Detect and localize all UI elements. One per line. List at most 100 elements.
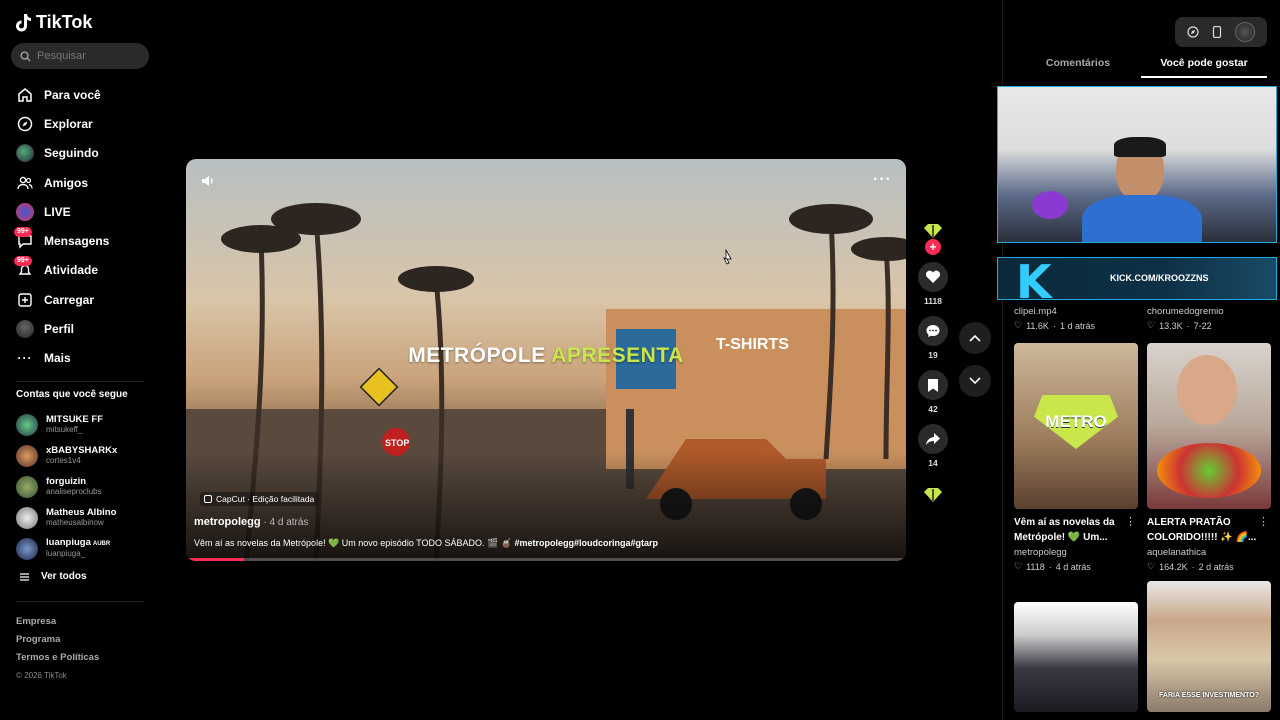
previous-video-button[interactable]	[959, 322, 991, 354]
creator-logo-icon	[924, 224, 942, 238]
cursor-icon	[723, 249, 732, 265]
account-name: Matheus Albino	[46, 506, 117, 518]
nav-friends[interactable]: Amigos	[16, 168, 156, 197]
following-account[interactable]: Matheus Albino matheusalbinow	[16, 502, 156, 533]
following-account[interactable]: MITSUKE FF mitsukeff_	[16, 410, 156, 441]
like-count: 1118	[924, 296, 942, 306]
tab-you-may-like[interactable]: Você pode gostar	[1141, 50, 1267, 78]
messages-icon: 99+	[14, 227, 34, 250]
volume-icon[interactable]	[200, 173, 216, 189]
nav-label: LIVE	[44, 204, 71, 219]
thumb-face	[1177, 355, 1237, 425]
thumb-caption: FARIA ESSE INVESTIMENTO?	[1159, 692, 1259, 699]
nav-following[interactable]: Seguindo	[16, 139, 156, 168]
save-button[interactable]	[918, 370, 948, 400]
following-account[interactable]: xBABYSHARKx cortes1v4	[16, 441, 156, 472]
stop-sign-text: STOP	[385, 438, 409, 448]
recommended-card[interactable]: chorumedogremio ♡ 13.3K · 7-22	[1147, 304, 1271, 331]
nav-label: Perfil	[44, 322, 75, 337]
nav-explore[interactable]: Explorar	[16, 109, 156, 138]
card-author: metropolegg	[1014, 547, 1067, 558]
share-button[interactable]	[918, 424, 948, 454]
recommended-card[interactable]: ALERTA PRATÃO COLORIDO!!!!! ✨ 🌈... ⋮ aqu…	[1147, 343, 1271, 572]
following-title: Contas que você segue	[16, 389, 128, 400]
account-name: luanpiuga AUBR	[46, 537, 111, 549]
compass-small-icon[interactable]	[1187, 26, 1199, 38]
bookmark-icon	[928, 378, 938, 392]
heart-outline-icon: ♡	[1014, 561, 1023, 571]
recommended-card[interactable]: METRO Vêm aí as novelas da Metrópole! 💚 …	[1014, 343, 1138, 572]
streamer-webcam-overlay	[997, 86, 1277, 243]
capcut-label: CapCut · Edição facilitada	[216, 494, 315, 504]
divider	[16, 601, 144, 602]
progress-bar[interactable]	[186, 558, 906, 561]
comment-button[interactable]	[918, 316, 948, 346]
account-handle: cortes1v4	[46, 456, 81, 466]
next-video-button[interactable]	[959, 365, 991, 397]
divider	[16, 381, 144, 382]
caption-hashtags[interactable]: #metropolegg#loudcoringa#gtarp	[514, 538, 658, 548]
video-player[interactable]: T-SHIRTS STOP ··· METRÓPOLE APRESENTA Ca	[186, 159, 906, 561]
right-panel: Comentários Você pode gostar clipei.mp4 …	[997, 0, 1280, 720]
recommended-card[interactable]	[1014, 602, 1138, 712]
card-meta: ♡ 1118 · 4 d atrás	[1014, 561, 1091, 572]
nav-label: Amigos	[44, 175, 89, 190]
nav-more[interactable]: ··· Mais	[16, 344, 156, 373]
nav-messages[interactable]: 99+ Mensagens	[14, 226, 156, 255]
nav-label: Para você	[44, 87, 101, 102]
following-avatar-icon	[16, 144, 34, 163]
following-account[interactable]: forguizin analiseproclubs	[16, 472, 156, 503]
nav-for-you[interactable]: Para você	[16, 80, 156, 109]
see-all-link[interactable]: Ver todos	[20, 571, 87, 582]
metro-logo: METRO	[1034, 395, 1118, 449]
nav-live[interactable]: LIVE	[16, 197, 156, 226]
follow-plus-icon[interactable]: +	[925, 239, 941, 255]
avatar	[16, 475, 38, 498]
tiktok-logo[interactable]: TikTok	[16, 12, 92, 33]
home-icon	[16, 86, 34, 104]
nav-upload[interactable]: Carregar	[16, 285, 156, 314]
nav-activity[interactable]: 99+ Atividade	[14, 256, 156, 285]
capcut-tag[interactable]: CapCut · Edição facilitada	[200, 492, 319, 506]
more-options-icon[interactable]: ···	[873, 171, 892, 189]
list-icon	[20, 572, 29, 581]
card-thumbnail: FARIA ESSE INVESTIMENTO?	[1147, 581, 1271, 712]
video-caption: Vêm aí as novelas da Metrópole! 💚 Um nov…	[194, 538, 658, 549]
tab-comments[interactable]: Comentários	[1015, 50, 1141, 78]
user-avatar[interactable]	[1234, 22, 1255, 42]
search-box[interactable]	[11, 43, 149, 69]
recommended-card[interactable]: FARIA ESSE INVESTIMENTO?	[1147, 581, 1271, 712]
heart-outline-icon: ♡	[1147, 320, 1156, 330]
following-account[interactable]: luanpiuga AUBR luanpiuga_	[16, 533, 156, 564]
phone-icon[interactable]	[1212, 26, 1222, 38]
card-author: aquelanathica	[1147, 547, 1207, 558]
footer-link-program[interactable]: Programa	[16, 631, 99, 649]
nav-label: Atividade	[44, 263, 99, 278]
account-name: forguizin	[46, 475, 87, 487]
thumb-plate	[1157, 443, 1261, 498]
nav-profile[interactable]: Perfil	[16, 314, 156, 343]
creator-avatar[interactable]: +	[922, 222, 944, 255]
caption-text: Vêm aí as novelas da Metrópole! 💚 Um nov…	[194, 538, 512, 548]
music-disc-icon[interactable]	[922, 484, 944, 506]
card-more-icon[interactable]: ⋮	[1125, 515, 1136, 528]
video-overlay-title: METRÓPOLE APRESENTA	[408, 344, 684, 367]
progress-fill	[186, 558, 244, 561]
heart-outline-icon: ♡	[1014, 320, 1023, 330]
upload-icon	[16, 291, 34, 309]
footer-link-terms[interactable]: Termos e Políticas	[16, 649, 99, 667]
activity-badge: 99+	[14, 256, 32, 267]
more-icon: ···	[17, 351, 33, 366]
account-handle: analiseproclubs	[46, 486, 102, 496]
avatar	[16, 506, 38, 529]
video-author[interactable]: metropolegg · 4 d atrás	[194, 516, 308, 528]
card-more-icon[interactable]: ⋮	[1258, 515, 1269, 528]
footer-link-company[interactable]: Empresa	[16, 613, 99, 631]
like-button[interactable]	[918, 262, 948, 292]
tiktok-logo-icon	[16, 13, 31, 31]
search-input[interactable]	[37, 50, 137, 62]
top-toolbar	[1175, 17, 1267, 47]
card-meta: ♡ 164.2K · 2 d atrás	[1147, 561, 1234, 572]
heart-icon	[925, 270, 941, 283]
share-icon	[926, 433, 940, 445]
